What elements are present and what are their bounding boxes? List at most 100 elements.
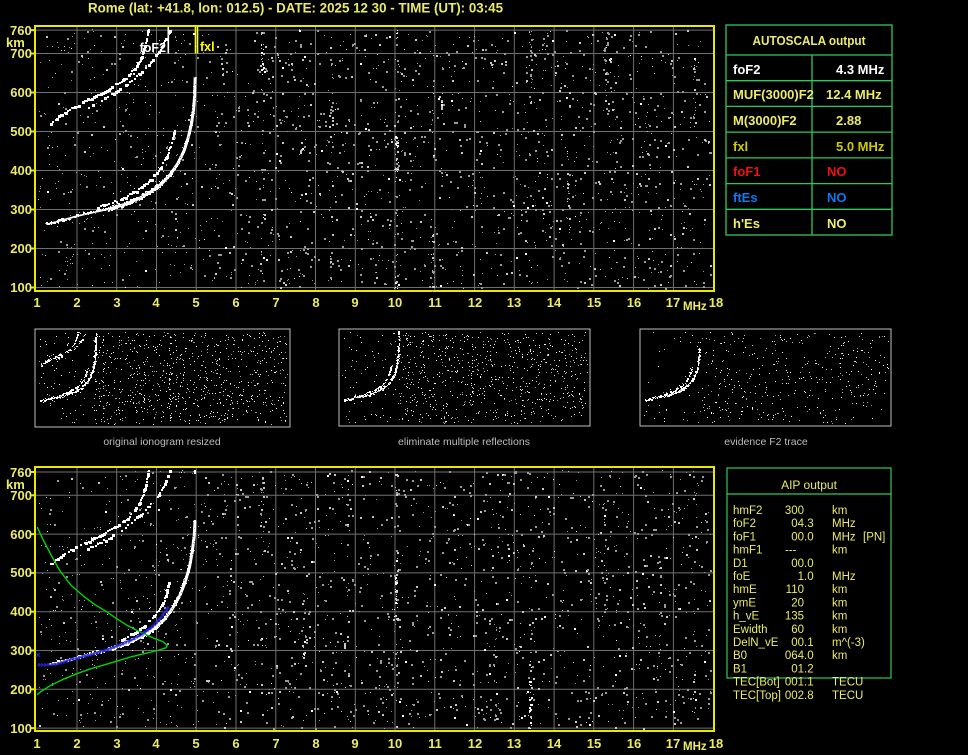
svg-text:DelN_vE: DelN_vE: [733, 637, 779, 649]
svg-text:D1: D1: [733, 558, 748, 570]
svg-text:300: 300: [785, 505, 804, 517]
svg-text:3: 3: [113, 295, 120, 310]
svg-text:eliminate multiple reflections: eliminate multiple reflections: [398, 436, 530, 448]
svg-text:TEC[Bot]: TEC[Bot]: [733, 677, 780, 689]
svg-text:ymE: ymE: [733, 597, 756, 609]
svg-text:8: 8: [312, 736, 319, 751]
svg-text:12.4 MHz: 12.4 MHz: [826, 87, 882, 102]
svg-text:9: 9: [351, 736, 358, 751]
svg-text:00: 00: [791, 558, 804, 570]
svg-text:001: 001: [785, 677, 804, 689]
svg-text:foF1: foF1: [733, 164, 760, 179]
svg-text:.1: .1: [804, 637, 814, 649]
svg-text:h'Es: h'Es: [733, 216, 760, 231]
svg-text:600: 600: [10, 85, 32, 100]
svg-text:16: 16: [627, 736, 641, 751]
svg-text:B0: B0: [733, 650, 747, 662]
svg-text:.8: .8: [804, 690, 814, 702]
svg-text:km: km: [832, 597, 847, 609]
svg-text:4: 4: [152, 295, 160, 310]
svg-text:17: 17: [666, 295, 680, 310]
svg-text:8: 8: [312, 295, 319, 310]
svg-text:---: ---: [785, 545, 797, 557]
svg-text:1: 1: [33, 295, 40, 310]
svg-text:00: 00: [791, 637, 804, 649]
svg-text:20: 20: [791, 597, 804, 609]
svg-text:fxl: fxl: [200, 40, 215, 54]
svg-text:.1: .1: [804, 677, 814, 689]
svg-text:MHz: MHz: [683, 301, 707, 313]
svg-text:Ewidth: Ewidth: [733, 624, 768, 636]
svg-text:10: 10: [388, 295, 402, 310]
svg-text:002: 002: [785, 690, 804, 702]
svg-text:.0: .0: [804, 650, 814, 662]
svg-text:[PN]: [PN]: [863, 531, 885, 543]
svg-text:ftEs: ftEs: [733, 190, 758, 205]
svg-text:km: km: [832, 584, 847, 596]
svg-text:500: 500: [10, 565, 32, 580]
svg-text:9: 9: [351, 295, 358, 310]
svg-text:M(3000)F2: M(3000)F2: [733, 113, 797, 128]
svg-text:15: 15: [587, 736, 601, 751]
svg-text:1: 1: [33, 736, 40, 751]
svg-text:7: 7: [272, 736, 279, 751]
svg-text:04: 04: [791, 518, 804, 530]
svg-text:MHz: MHz: [683, 741, 707, 753]
svg-text:AUTOSCALA output: AUTOSCALA output: [753, 33, 867, 48]
svg-text:AIP output: AIP output: [781, 478, 837, 492]
svg-text:foF2: foF2: [733, 62, 760, 77]
svg-text:.3: .3: [804, 518, 814, 530]
svg-text:6: 6: [232, 295, 239, 310]
svg-text:km: km: [832, 545, 847, 557]
svg-text:17: 17: [666, 736, 680, 751]
svg-text:TECU: TECU: [832, 677, 863, 689]
svg-text:fxl: fxl: [733, 139, 748, 154]
svg-text:evidence F2 trace: evidence F2 trace: [724, 436, 808, 448]
svg-text:foF2: foF2: [733, 518, 756, 530]
svg-text:135: 135: [785, 611, 804, 623]
svg-text:hmE: hmE: [733, 584, 757, 596]
svg-text:5: 5: [192, 736, 199, 751]
svg-text:h_vE: h_vE: [733, 611, 760, 623]
svg-text:.0: .0: [804, 571, 814, 583]
svg-text:700: 700: [10, 488, 32, 503]
svg-text:km: km: [832, 505, 847, 517]
svg-text:300: 300: [10, 202, 32, 217]
svg-text:700: 700: [10, 46, 32, 61]
svg-text:200: 200: [10, 682, 32, 697]
svg-text:10: 10: [388, 736, 402, 751]
svg-text:foE: foE: [733, 571, 751, 583]
svg-text:hmF1: hmF1: [733, 545, 762, 557]
svg-text:2.88: 2.88: [836, 113, 861, 128]
svg-text:5.0 MHz: 5.0 MHz: [836, 139, 885, 154]
svg-text:km: km: [832, 611, 847, 623]
svg-text:m^(-3): m^(-3): [832, 637, 865, 649]
svg-text:B1: B1: [733, 663, 747, 675]
svg-text:100: 100: [10, 280, 32, 295]
svg-text:15: 15: [587, 295, 601, 310]
svg-text:14: 14: [547, 295, 562, 310]
svg-text:TECU: TECU: [832, 690, 863, 702]
svg-text:NO: NO: [827, 216, 847, 231]
svg-text:11: 11: [428, 736, 442, 751]
svg-text:7: 7: [272, 295, 279, 310]
svg-text:18: 18: [709, 736, 723, 751]
svg-text:TEC[Top]: TEC[Top]: [733, 690, 781, 702]
svg-text:064: 064: [785, 650, 805, 662]
svg-text:Rome (lat: +41.8, lon: 012.5): Rome (lat: +41.8, lon: 012.5) - DATE: 20…: [88, 1, 503, 16]
svg-text:km: km: [832, 624, 847, 636]
svg-text:18: 18: [709, 295, 723, 310]
svg-text:13: 13: [507, 736, 521, 751]
svg-text:300: 300: [10, 643, 32, 658]
svg-text:2: 2: [73, 736, 80, 751]
svg-text:400: 400: [10, 163, 32, 178]
svg-text:110: 110: [786, 584, 804, 596]
svg-text:100: 100: [10, 721, 32, 736]
svg-text:MHz: MHz: [832, 518, 856, 530]
svg-text:.2: .2: [804, 663, 814, 675]
svg-text:2: 2: [73, 295, 80, 310]
svg-text:16: 16: [627, 295, 641, 310]
svg-text:km: km: [832, 650, 847, 662]
svg-text:60: 60: [791, 624, 804, 636]
svg-text:4.3 MHz: 4.3 MHz: [836, 62, 885, 77]
